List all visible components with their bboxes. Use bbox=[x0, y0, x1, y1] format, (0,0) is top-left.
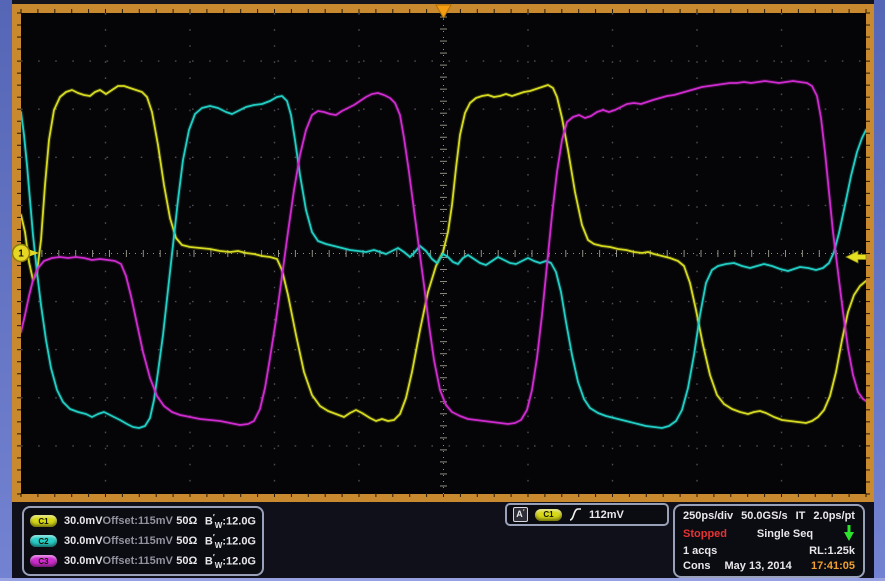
channel-scale: 30.0mV bbox=[64, 555, 103, 567]
window-frame-left bbox=[0, 0, 12, 581]
channel-scale: 30.0mV bbox=[64, 535, 103, 547]
timebase: 250ps/div bbox=[683, 510, 733, 522]
trigger-indicator-icon bbox=[843, 525, 855, 542]
channel-scale: 30.0mV bbox=[64, 515, 103, 527]
sample-rate: 50.0GS/s bbox=[741, 510, 787, 522]
acq-mode: Single Seq bbox=[757, 528, 813, 540]
window-frame-right bbox=[874, 0, 885, 581]
trigger-readout[interactable]: A′ C1 112mV bbox=[505, 503, 669, 526]
channel-row-c1[interactable]: C1 30.0mV Offset:115mV 50Ω B′W:12.0G bbox=[30, 513, 256, 530]
acquisition-info[interactable]: 250ps/div 50.0GS/s IT 2.0ps/pt Stopped S… bbox=[673, 504, 865, 578]
record-length: RL:1.25k bbox=[809, 545, 855, 557]
svg-text:1: 1 bbox=[18, 249, 24, 260]
channel-badge-c2[interactable]: C2 bbox=[30, 535, 57, 547]
channel-termination: 50Ω bbox=[176, 535, 205, 547]
sampling-mode: IT bbox=[796, 510, 806, 522]
channel-offset: Offset:115mV bbox=[103, 535, 177, 547]
acq-count-row: 1 acqs RL:1.25k bbox=[683, 545, 855, 557]
channel-termination: 50Ω bbox=[176, 555, 205, 567]
clock: 17:41:05 bbox=[811, 560, 855, 572]
acq-status: Stopped bbox=[683, 528, 727, 540]
channel-termination: 50Ω bbox=[176, 515, 205, 527]
acq-count: 1 acqs bbox=[683, 545, 717, 557]
status-bar: C1 30.0mV Offset:115mV 50Ω B′W:12.0G C2 … bbox=[0, 502, 885, 581]
acq-label: Cons bbox=[683, 560, 711, 572]
trigger-source-badge[interactable]: C1 bbox=[535, 509, 562, 521]
resolution: 2.0ps/pt bbox=[813, 510, 855, 522]
channel-readouts[interactable]: C1 30.0mV Offset:115mV 50Ω B′W:12.0G C2 … bbox=[22, 506, 264, 576]
rising-edge-icon bbox=[569, 507, 582, 522]
channel-row-c2[interactable]: C2 30.0mV Offset:115mV 50Ω B′W:12.0G bbox=[30, 533, 256, 550]
acq-status-row: Stopped Single Seq bbox=[683, 525, 855, 542]
waveform-display[interactable]: 1 bbox=[0, 0, 885, 502]
channel-badge-c1[interactable]: C1 bbox=[30, 515, 57, 527]
channel-badge-c3[interactable]: C3 bbox=[30, 555, 57, 567]
datetime-row: Cons May 13, 2014 17:41:05 bbox=[683, 560, 855, 572]
date-label: May 13, 2014 bbox=[725, 560, 792, 572]
channel-offset: Offset:115mV bbox=[103, 555, 177, 567]
oscilloscope-screen: 1 C1 30.0mV Offset:115mV 50Ω B′W:12.0G C… bbox=[0, 0, 885, 581]
channel-bandwidth: B′W:12.0G bbox=[205, 533, 256, 550]
channel-bandwidth: B′W:12.0G bbox=[205, 553, 256, 570]
channel-row-c3[interactable]: C3 30.0mV Offset:115mV 50Ω B′W:12.0G bbox=[30, 553, 256, 570]
horizontal-settings-row: 250ps/div 50.0GS/s IT 2.0ps/pt bbox=[683, 510, 855, 522]
channel-offset: Offset:115mV bbox=[103, 515, 177, 527]
channel-bandwidth: B′W:12.0G bbox=[205, 513, 256, 530]
trigger-a-badge: A′ bbox=[513, 507, 528, 522]
trigger-level: 112mV bbox=[589, 509, 624, 521]
